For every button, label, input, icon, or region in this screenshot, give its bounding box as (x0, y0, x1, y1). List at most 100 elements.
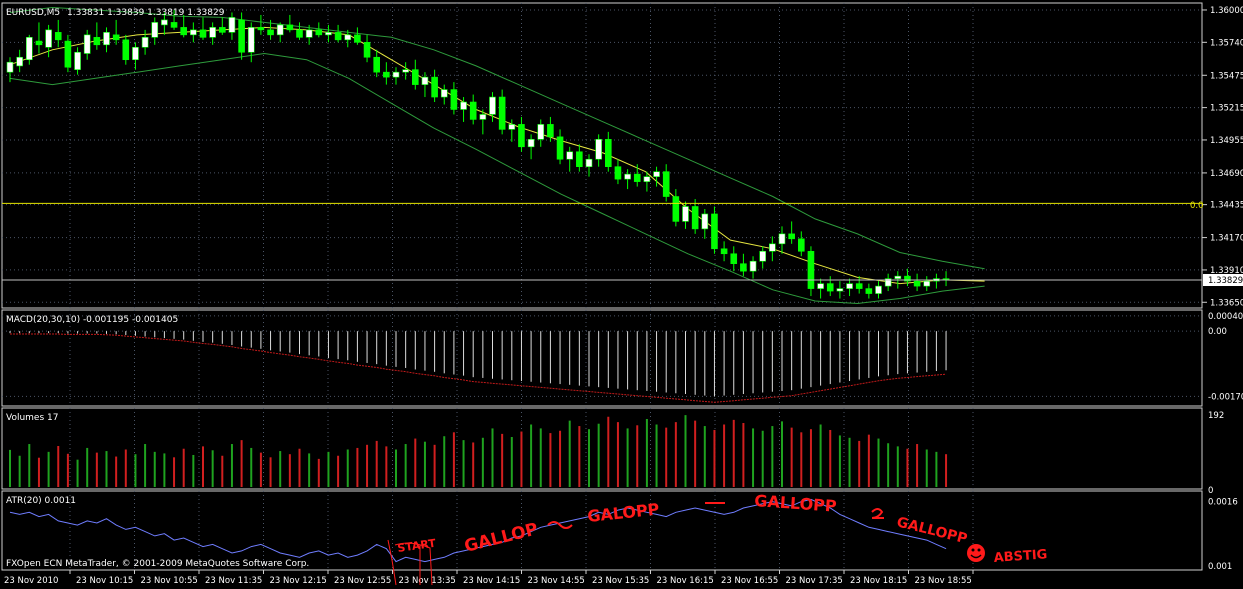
candle-body (325, 32, 332, 36)
time-tick-label: 23 Nov 10:15 (76, 576, 133, 586)
candle-body (855, 283, 863, 289)
candle-body (64, 40, 72, 68)
candle-body (875, 285, 882, 294)
time-tick-label: 23 Nov 18:15 (850, 576, 907, 586)
candle-body (913, 280, 921, 287)
candle-body (672, 196, 680, 222)
candle-body (112, 34, 120, 41)
candle-body (74, 51, 81, 70)
candle-body (305, 29, 313, 38)
macd-tick-label: -0.00170 (1208, 392, 1243, 402)
volumes-label: Volumes 17 (6, 413, 58, 423)
time-tick-label: 23 Nov 2010 (4, 576, 58, 586)
time-tick-label: 23 Nov 16:55 (721, 576, 778, 586)
candle-body (54, 32, 62, 41)
candle-body (257, 27, 265, 31)
chart-background (0, 0, 1243, 589)
candle-body (624, 173, 631, 180)
candle-body (508, 124, 516, 130)
candle-body (489, 96, 496, 115)
candle-body (392, 71, 400, 78)
atr-tick-label: 0.001 (1208, 562, 1232, 572)
time-tick-label: 23 Nov 12:55 (334, 576, 391, 586)
candle-body (247, 27, 255, 53)
time-tick-label: 23 Nov 18:55 (915, 576, 972, 586)
macd-tick-label: 0.00040 (1208, 312, 1243, 322)
candle-body (537, 124, 545, 140)
candle-body (25, 37, 33, 61)
candle-body (402, 69, 409, 73)
candle-body (498, 96, 506, 130)
candle-body (556, 136, 564, 160)
candle-body (836, 288, 844, 292)
candle-body (846, 283, 853, 289)
time-tick-label: 23 Nov 15:35 (592, 576, 649, 586)
mt4-chart-window[interactable]: 1.36000 1.35740 1.35475 1.35215 1.34955 1.346… (0, 0, 1243, 589)
candle-body (93, 37, 101, 46)
candle-body (219, 27, 226, 33)
candle-body (45, 29, 52, 48)
price-tick-label: 1.35740 (1210, 38, 1243, 48)
candle-body (682, 206, 689, 222)
candle-body (604, 139, 612, 167)
smiley-icon (967, 544, 985, 562)
time-tick-label: 23 Nov 10:55 (141, 576, 198, 586)
atr-tick-label: 0.0016 (1208, 498, 1238, 508)
candle-body (730, 253, 738, 265)
candle-body (238, 19, 245, 53)
volume-tick-label: 0 (1208, 486, 1213, 496)
candle-body (807, 250, 815, 289)
candle-body (701, 213, 709, 230)
time-tick-label: 23 Nov 13:35 (399, 576, 456, 586)
candle-body (440, 89, 448, 98)
candle-body (286, 24, 294, 31)
candle-body (16, 56, 23, 67)
candle-body (518, 124, 525, 148)
candle-body (711, 213, 718, 250)
price-tick-label: 1.34955 (1210, 136, 1243, 146)
candle-body (354, 34, 361, 43)
last-price-label: 1.33829 (1208, 276, 1243, 286)
time-tick-label: 23 Nov 11:35 (205, 576, 262, 586)
candle-body (209, 27, 216, 38)
candle-body (691, 206, 699, 230)
time-tick-label: 23 Nov 17:35 (786, 576, 843, 586)
candle-body (460, 101, 467, 110)
macd-tick-label: 0.00 (1208, 327, 1227, 337)
candle-body (6, 61, 14, 73)
candle-body (865, 288, 873, 294)
candle-body (35, 40, 43, 46)
candle-body (373, 56, 381, 73)
candle-body (566, 151, 574, 160)
candle-body (276, 24, 284, 36)
candle-body (662, 171, 670, 197)
candle-body (411, 69, 419, 85)
candle-body (788, 233, 795, 240)
candle-body (643, 176, 651, 182)
candle-body (769, 243, 776, 252)
candle-body (103, 32, 110, 46)
symbol-label: EURUSD,M5 1.33831 1.33839 1.33819 1.3382… (6, 8, 225, 18)
time-tick-label: 23 Nov 16:15 (657, 576, 714, 586)
candle-body (228, 17, 236, 33)
copyright-label: FXOpen ECN MetaTrader, © 2001-2009 MetaQ… (6, 559, 309, 569)
price-tick-label: 1.34690 (1210, 169, 1243, 179)
candle-body (383, 71, 390, 78)
candle-body (749, 260, 757, 272)
candle-body (797, 238, 805, 252)
candle-body (826, 283, 834, 292)
candle-body (83, 34, 91, 54)
candle-body (170, 22, 178, 28)
candle-body (344, 34, 352, 41)
candle-body (923, 280, 931, 287)
price-tick-label: 1.36000 (1210, 6, 1243, 16)
level-label: 0.0 (1190, 201, 1204, 211)
smiley-eye-icon (971, 548, 975, 552)
candle-body (894, 275, 902, 279)
candle-body (431, 76, 438, 98)
price-tick-label: 1.35215 (1210, 104, 1243, 114)
price-tick-label: 1.34435 (1210, 201, 1243, 211)
candle-body (817, 283, 824, 289)
price-tick-label: 1.35475 (1210, 71, 1243, 81)
candle-body (161, 19, 168, 26)
